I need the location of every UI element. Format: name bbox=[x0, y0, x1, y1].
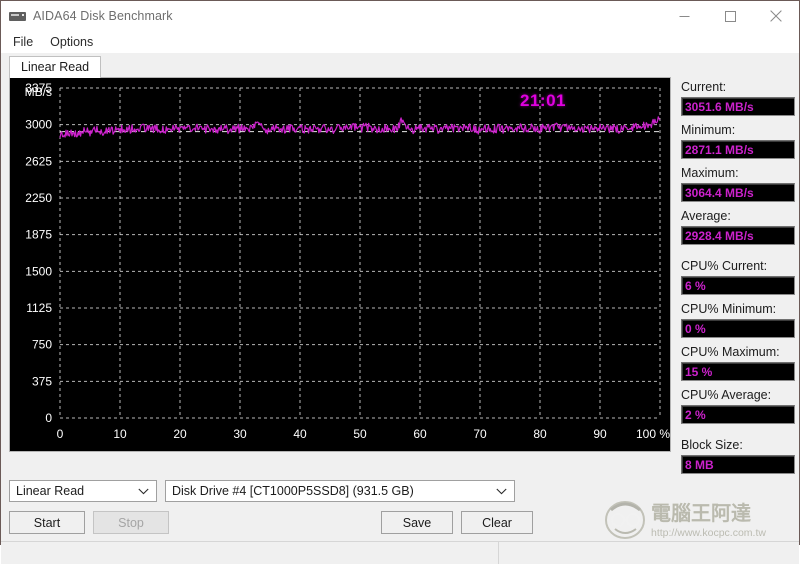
disk-drive-value: Disk Drive #4 [CT1000P5SSD8] (931.5 GB) bbox=[172, 484, 414, 498]
save-button[interactable]: Save bbox=[381, 511, 453, 534]
start-button[interactable]: Start bbox=[9, 511, 85, 534]
chart-canvas: MB/s03757501125150018752250262530003375 … bbox=[10, 78, 670, 451]
aida64-disk-benchmark-window: AIDA64 Disk Benchmark File Options Linea… bbox=[0, 0, 800, 564]
svg-text:80: 80 bbox=[533, 427, 547, 441]
stat-label-minimum: Minimum: bbox=[681, 123, 736, 137]
test-type-value: Linear Read bbox=[16, 484, 85, 498]
window-title: AIDA64 Disk Benchmark bbox=[33, 9, 173, 23]
status-cell-left bbox=[1, 542, 499, 564]
svg-text:20: 20 bbox=[173, 427, 187, 441]
stat-box-cpu-maximum: 15 % bbox=[681, 362, 795, 381]
elapsed-timer: 21:01 bbox=[520, 91, 566, 110]
test-type-select[interactable]: Linear Read bbox=[9, 480, 157, 502]
tab-strip: Linear Read bbox=[1, 53, 799, 78]
svg-text:30: 30 bbox=[233, 427, 247, 441]
stat-value-average: 2928.4 MB/s bbox=[685, 228, 754, 243]
svg-text:1875: 1875 bbox=[25, 228, 52, 242]
stat-value-cpu-minimum: 0 % bbox=[685, 321, 706, 336]
svg-text:100 %: 100 % bbox=[636, 427, 670, 441]
main-content: MB/s 0 375 750 1125 1500 1875 2250 2625 3000 3375 … bbox=[1, 77, 799, 474]
svg-text:375: 375 bbox=[32, 374, 52, 388]
stat-label-average: Average: bbox=[681, 209, 731, 223]
close-icon[interactable] bbox=[753, 1, 799, 31]
menu-bar: File Options bbox=[1, 31, 799, 53]
menu-item-file[interactable]: File bbox=[9, 33, 42, 52]
stat-label-cpu-current: CPU% Current: bbox=[681, 259, 768, 273]
svg-text:2250: 2250 bbox=[25, 191, 52, 205]
stat-box-current: 3051.6 MB/s bbox=[681, 97, 795, 116]
benchmark-chart: MB/s 0 375 750 1125 1500 1875 2250 2625 3000 3375 … bbox=[9, 77, 671, 452]
stat-value-cpu-maximum: 15 % bbox=[685, 364, 713, 379]
stat-value-maximum: 3064.4 MB/s bbox=[685, 185, 754, 200]
svg-text:2625: 2625 bbox=[25, 154, 52, 168]
stat-value-cpu-current: 6 % bbox=[685, 278, 706, 293]
svg-text:10: 10 bbox=[113, 427, 127, 441]
disk-drive-icon bbox=[9, 10, 26, 23]
selector-row: Linear Read Disk Drive #4 [CT1000P5SSD8]… bbox=[9, 480, 791, 502]
stop-button: Stop bbox=[93, 511, 169, 534]
status-cell-right bbox=[499, 542, 799, 564]
stat-label-current: Current: bbox=[681, 80, 727, 94]
svg-text:3000: 3000 bbox=[25, 118, 52, 132]
stat-value-block-size: 8 MB bbox=[685, 457, 714, 472]
svg-text:60: 60 bbox=[413, 427, 427, 441]
action-button-row: Start Stop Save Clear bbox=[9, 511, 791, 534]
svg-text:0: 0 bbox=[45, 411, 52, 425]
chevron-down-icon bbox=[138, 484, 149, 498]
stat-label-cpu-average: CPU% Average: bbox=[681, 388, 772, 402]
window-controls bbox=[661, 1, 799, 31]
stat-label-maximum: Maximum: bbox=[681, 166, 739, 180]
title-bar: AIDA64 Disk Benchmark bbox=[1, 1, 799, 31]
stat-label-cpu-maximum: CPU% Maximum: bbox=[681, 345, 780, 359]
maximize-icon[interactable] bbox=[707, 1, 753, 31]
svg-text:90: 90 bbox=[593, 427, 607, 441]
statistics-sidebar: Current: 3051.6 MB/s Minimum: 2871.1 MB/s Ma… bbox=[671, 77, 795, 474]
stat-label-cpu-minimum: CPU% Minimum: bbox=[681, 302, 777, 316]
stat-value-minimum: 2871.1 MB/s bbox=[685, 142, 754, 157]
clear-button[interactable]: Clear bbox=[461, 511, 533, 534]
stat-box-minimum: 2871.1 MB/s bbox=[681, 140, 795, 159]
svg-text:40: 40 bbox=[293, 427, 307, 441]
disk-drive-select[interactable]: Disk Drive #4 [CT1000P5SSD8] (931.5 GB) bbox=[165, 480, 515, 502]
stat-box-maximum: 3064.4 MB/s bbox=[681, 183, 795, 202]
svg-text:750: 750 bbox=[32, 338, 52, 352]
stat-label-block-size: Block Size: bbox=[681, 438, 743, 452]
svg-text:1500: 1500 bbox=[25, 264, 52, 278]
svg-text:0: 0 bbox=[57, 427, 64, 441]
svg-text:1125: 1125 bbox=[26, 301, 52, 315]
stat-box-average: 2928.4 MB/s bbox=[681, 226, 795, 245]
tab-linear-read[interactable]: Linear Read bbox=[9, 56, 102, 78]
status-bar bbox=[1, 541, 799, 564]
svg-text:3375: 3375 bbox=[25, 81, 52, 95]
stat-box-cpu-current: 6 % bbox=[681, 276, 795, 295]
stat-box-block-size: 8 MB bbox=[681, 455, 795, 474]
bottom-controls: Linear Read Disk Drive #4 [CT1000P5SSD8]… bbox=[1, 474, 799, 534]
stat-box-cpu-average: 2 % bbox=[681, 405, 795, 424]
svg-text:70: 70 bbox=[473, 427, 487, 441]
chevron-down-icon bbox=[496, 484, 507, 498]
stat-value-cpu-average: 2 % bbox=[685, 407, 706, 422]
svg-text:50: 50 bbox=[353, 427, 367, 441]
stat-box-cpu-minimum: 0 % bbox=[681, 319, 795, 338]
stat-value-current: 3051.6 MB/s bbox=[685, 99, 754, 114]
menu-item-options[interactable]: Options bbox=[46, 33, 102, 52]
minimize-icon[interactable] bbox=[661, 1, 707, 31]
